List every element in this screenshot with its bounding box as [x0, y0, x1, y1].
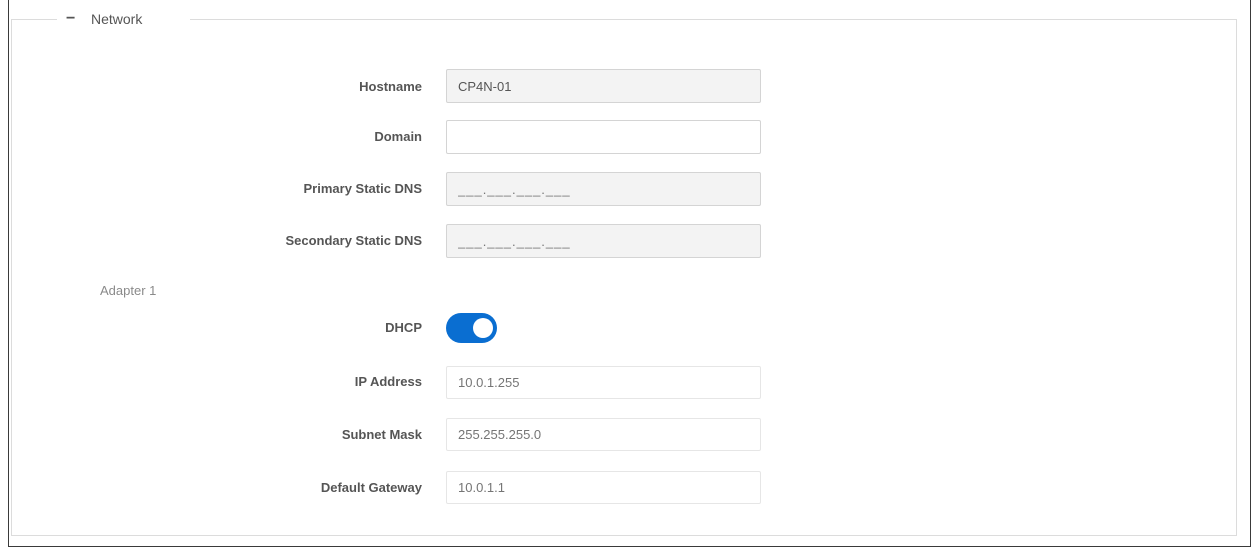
domain-label: Domain [374, 129, 422, 144]
adapter-section-label: Adapter 1 [100, 283, 157, 298]
fieldset-divider [11, 19, 57, 20]
collapse-icon: − [66, 10, 76, 27]
network-section-toggle[interactable]: − Network [66, 8, 142, 30]
primary-dns-input[interactable] [446, 172, 761, 206]
default-gateway-input[interactable] [446, 471, 761, 504]
dhcp-label: DHCP [385, 320, 422, 335]
subnet-mask-input[interactable] [446, 418, 761, 451]
domain-input[interactable] [446, 120, 761, 154]
default-gateway-label: Default Gateway [320, 480, 422, 495]
secondary-dns-label: Secondary Static DNS [285, 233, 422, 248]
ip-address-label: IP Address [354, 374, 422, 389]
ip-address-input[interactable] [446, 366, 761, 399]
hostname-label: Hostname [359, 79, 422, 94]
subnet-mask-label: Subnet Mask [341, 427, 422, 442]
toggle-knob [473, 318, 493, 338]
section-title: Network [91, 11, 143, 27]
fieldset-divider [190, 19, 1237, 20]
dhcp-toggle[interactable] [446, 313, 497, 343]
hostname-input[interactable] [446, 69, 761, 103]
secondary-dns-input[interactable] [446, 224, 761, 258]
primary-dns-label: Primary Static DNS [303, 181, 423, 196]
